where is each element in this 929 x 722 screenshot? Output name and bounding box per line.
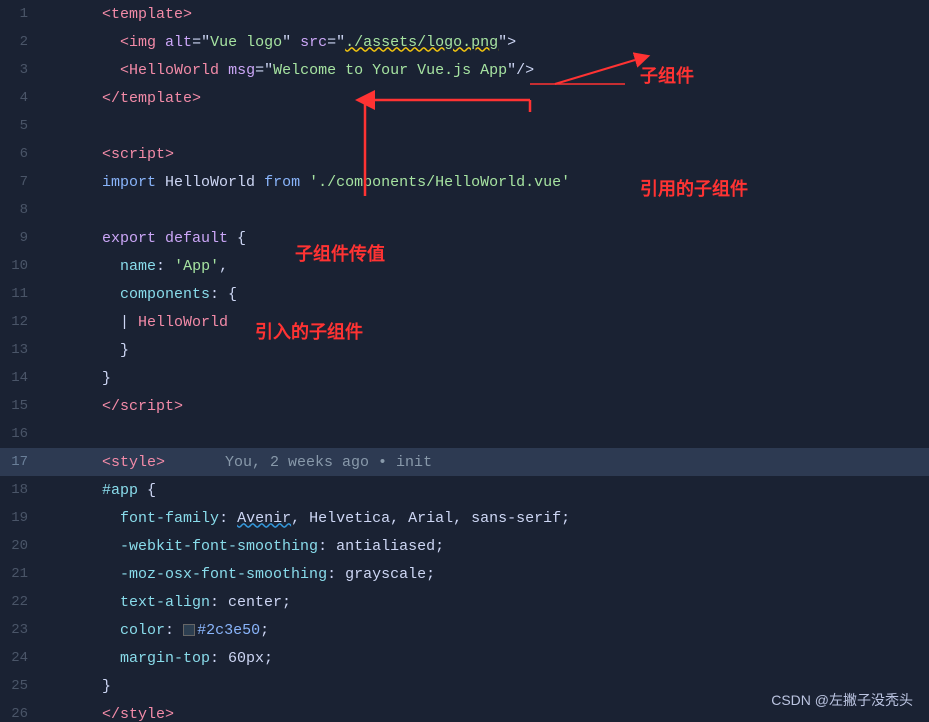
line-num-12: 12 [0,314,40,330]
line-15: 15 </script> [0,392,929,420]
line-num-13: 13 [0,342,40,358]
code-editor: 1 <template> 2 <img alt="Vue logo" src="… [0,0,929,722]
line-num-19: 19 [0,510,40,526]
line-num-24: 24 [0,650,40,666]
line-num-7: 7 [0,174,40,190]
line-num-6: 6 [0,146,40,162]
line-num-16: 16 [0,426,40,442]
line-num-9: 9 [0,230,40,246]
line-num-8: 8 [0,202,40,218]
line-num-15: 15 [0,398,40,414]
line-num-10: 10 [0,258,40,274]
line-num-4: 4 [0,90,40,106]
line-num-5: 5 [0,118,40,134]
watermark: CSDN @左撇子没秃头 [771,690,913,710]
line-num-18: 18 [0,482,40,498]
line-num-3: 3 [0,62,40,78]
line-num-25: 25 [0,678,40,694]
line-num-21: 21 [0,566,40,582]
line-4: 4 </template> [0,84,929,112]
line-num-2: 2 [0,34,40,50]
line-num-14: 14 [0,370,40,386]
line-num-22: 22 [0,594,40,610]
line-num-11: 11 [0,286,40,302]
line-7: 7 import HelloWorld from './components/H… [0,168,929,196]
line-num-17: 17 [0,454,40,470]
line-num-23: 23 [0,622,40,638]
line-num-26: 26 [0,706,40,722]
line-num-20: 20 [0,538,40,554]
line-num-1: 1 [0,6,40,22]
